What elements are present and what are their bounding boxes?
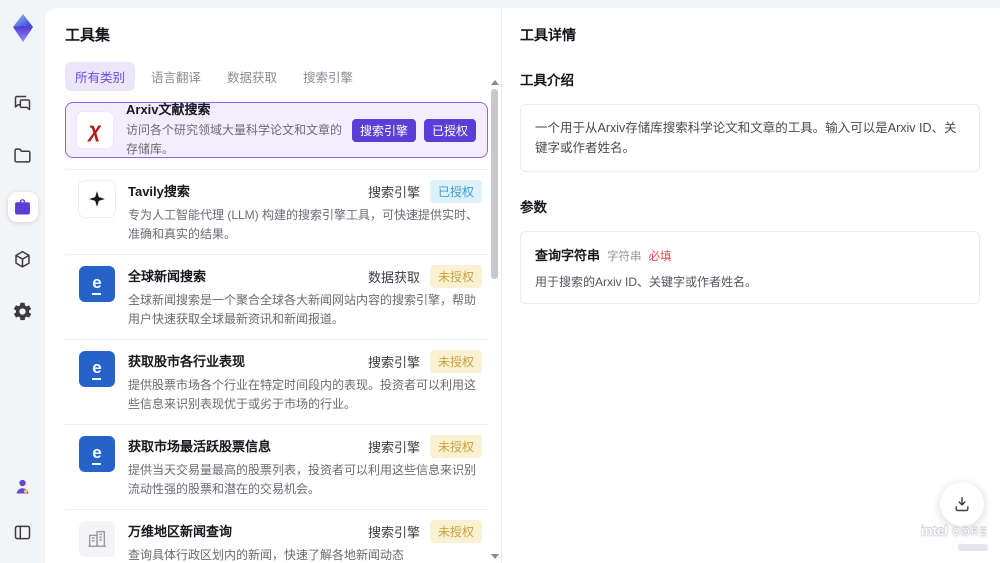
rail-footer <box>8 471 38 547</box>
tab-data-fetch[interactable]: 数据获取 <box>217 62 287 91</box>
tool-intro-text: 一个用于从Arxiv存储库搜索科学论文和文章的工具。输入可以是Arxiv ID、… <box>520 104 980 172</box>
tool-title: 获取股市各行业表现 <box>128 353 246 369</box>
intro-heading: 工具介绍 <box>520 73 574 88</box>
tools-panel: 工具集 所有类别 语言翻译 数据获取 搜索引擎 χ Arxiv文献搜索 访问各个… <box>45 8 502 563</box>
news-logo-icon: e <box>79 351 115 387</box>
tool-category: 搜索引擎 <box>367 355 420 370</box>
scrollbar-track[interactable] <box>490 80 499 559</box>
detail-title: 工具详情 <box>520 27 576 43</box>
download-button[interactable] <box>940 482 984 526</box>
list-item-region-news[interactable]: 万维地区新闻查询 搜索引擎 未授权 查询具体行政区划内的新闻，快速了解各地新闻动… <box>65 510 488 563</box>
app-logo-diamond-icon <box>7 12 39 44</box>
tool-title: Tavily搜索 <box>128 183 190 199</box>
main-panel: 工具集 所有类别 语言翻译 数据获取 搜索引擎 χ Arxiv文献搜索 访问各个… <box>45 8 1000 563</box>
scroll-down-icon[interactable] <box>490 554 499 559</box>
intel-core-logo: intel CORE <box>921 523 988 555</box>
tool-category: 搜索引擎 <box>367 525 420 540</box>
param-required-flag: 必填 <box>648 251 672 263</box>
download-icon <box>955 497 969 512</box>
auth-status-badge: 已授权 <box>423 118 476 142</box>
tool-category: 搜索引擎 <box>367 440 420 455</box>
news-logo-icon: e <box>79 436 115 472</box>
list-item-tavily[interactable]: Tavily搜索 搜索引擎 已授权 专为人工智能代理 (LLM) 构建的搜索引擎… <box>65 170 488 255</box>
left-rail <box>0 0 45 563</box>
intel-ultra-mark <box>958 544 988 551</box>
news-logo-icon: e <box>79 266 115 302</box>
auth-status-badge: 未授权 <box>429 435 482 458</box>
tool-description: 提供股票市场各个行业在特定时间段内的表现。投资者可以利用这些信息来识别表现优于或… <box>128 378 477 411</box>
package-icon[interactable] <box>8 244 38 274</box>
toolbox-icon[interactable] <box>7 192 38 222</box>
tool-description: 查询具体行政区划内的新闻，快速了解各地新闻动态 <box>128 548 405 562</box>
scrollbar-thumb[interactable] <box>491 89 498 279</box>
tool-category: 数据获取 <box>367 270 420 285</box>
auth-status-badge: 未授权 <box>429 350 482 373</box>
param-name: 查询字符串 <box>535 248 601 263</box>
tool-title: 万维地区新闻查询 <box>128 523 233 539</box>
tab-all-categories[interactable]: 所有类别 <box>65 62 136 91</box>
scroll-up-icon[interactable] <box>490 80 499 85</box>
tool-description: 全球新闻搜索是一个聚合全球各大新闻网站内容的搜索引擎，帮助用户快速获取全球最新资… <box>128 293 477 326</box>
folder-icon[interactable] <box>8 140 38 170</box>
category-badge: 搜索引擎 <box>351 118 416 142</box>
list-item-global-news[interactable]: e 全球新闻搜索 数据获取 未授权 全球新闻搜索是一个聚合全球各大新闻网站内容的… <box>65 255 488 340</box>
params-heading: 参数 <box>520 200 547 215</box>
param-type: 字符串 <box>607 251 642 263</box>
tool-title: 获取市场最活跃股票信息 <box>128 438 272 454</box>
auth-status-badge: 未授权 <box>429 520 482 543</box>
tool-category: 搜索引擎 <box>367 185 420 200</box>
arxiv-logo-icon: χ <box>77 112 113 148</box>
tool-detail-panel: 工具详情 工具介绍 一个用于从Arxiv存储库搜索科学论文和文章的工具。输入可以… <box>502 8 1000 563</box>
user-avatar-icon[interactable] <box>8 471 38 501</box>
settings-icon[interactable] <box>8 296 38 326</box>
tab-language-translation[interactable]: 语言翻译 <box>141 62 211 91</box>
tool-rows: Tavily搜索 搜索引擎 已授权 专为人工智能代理 (LLM) 构建的搜索引擎… <box>65 169 488 563</box>
page-title: 工具集 <box>65 27 111 44</box>
rail-nav <box>7 88 38 326</box>
chat-icon[interactable] <box>8 88 38 118</box>
tavily-logo-icon <box>79 181 115 217</box>
list-item-sector-performance[interactable]: e 获取股市各行业表现 搜索引擎 未授权 提供股票市场各个行业在特定时间段内的表… <box>65 340 488 425</box>
tool-description: 访问各个研究领域大量科学论文和文章的存储库。 <box>126 122 343 156</box>
collapse-panel-icon[interactable] <box>8 517 38 547</box>
tab-search-engine[interactable]: 搜索引擎 <box>293 62 363 91</box>
tool-description: 提供当天交易量最高的股票列表，投资者可以利用这些信息来识别流动性强的股票和潜在的… <box>128 463 477 496</box>
tools-list: χ Arxiv文献搜索 访问各个研究领域大量科学论文和文章的存储库。 搜索引擎 … <box>65 102 488 563</box>
list-item-arxiv-selected[interactable]: χ Arxiv文献搜索 访问各个研究领域大量科学论文和文章的存储库。 搜索引擎 … <box>65 102 488 158</box>
auth-status-badge: 已授权 <box>429 180 482 203</box>
category-tabs: 所有类别 语言翻译 数据获取 搜索引擎 <box>65 62 501 91</box>
list-item-most-active-stocks[interactable]: e 获取市场最活跃股票信息 搜索引擎 未授权 提供当天交易量最高的股票列表，投资… <box>65 425 488 510</box>
buildings-logo-icon <box>79 521 115 557</box>
param-item: 查询字符串 字符串 必填 用于搜索的Arxiv ID、关键字或作者姓名。 <box>520 231 980 304</box>
tool-description: 专为人工智能代理 (LLM) 构建的搜索引擎工具，可快速提供实时、准确和真实的结… <box>128 208 479 241</box>
tool-title: 全球新闻搜索 <box>128 268 207 284</box>
tool-title: Arxiv文献搜索 <box>126 101 211 117</box>
app-window: 工具集 所有类别 语言翻译 数据获取 搜索引擎 χ Arxiv文献搜索 访问各个… <box>0 0 1000 563</box>
auth-status-badge: 未授权 <box>429 265 482 288</box>
param-description: 用于搜索的Arxiv ID、关键字或作者姓名。 <box>535 275 758 289</box>
